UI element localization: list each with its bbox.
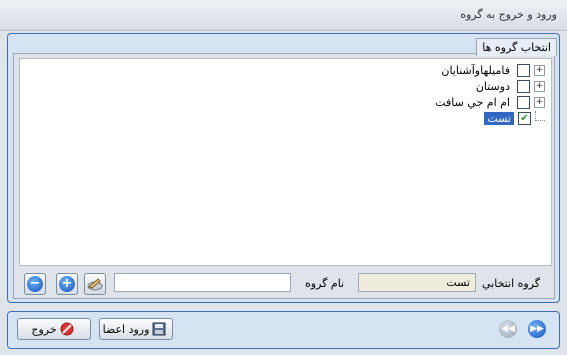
save-icon bbox=[152, 322, 166, 336]
expand-icon[interactable]: + bbox=[534, 65, 545, 76]
remove-group-button[interactable]: − bbox=[24, 273, 46, 295]
tree-item-friends[interactable]: + دوستان bbox=[473, 79, 545, 94]
edit-icon bbox=[87, 278, 103, 291]
groups-tree[interactable]: + فاميلهاوآشنايان + دوستان + ام ام جي سا… bbox=[19, 58, 552, 266]
minus-icon: − bbox=[27, 276, 43, 292]
title-bar: ورود و خروج به گروه bbox=[0, 0, 567, 31]
groups-legend: انتخاب گروه ها bbox=[476, 38, 557, 56]
no-entry-icon bbox=[60, 322, 74, 336]
tree-item-test[interactable]: ✔ تست bbox=[484, 110, 545, 126]
tree-item-family[interactable]: + فاميلهاوآشنايان bbox=[438, 63, 545, 78]
rewind-icon: ◀◀ bbox=[501, 324, 515, 334]
tree-item-checkbox[interactable] bbox=[517, 64, 530, 77]
plus-icon: + bbox=[59, 276, 75, 292]
enter-members-button[interactable]: ورود اعضا bbox=[99, 318, 173, 340]
group-name-input[interactable] bbox=[114, 273, 291, 292]
fast-forward-icon: ▶▶ bbox=[530, 324, 544, 334]
selected-group-label: گروه انتخابي bbox=[482, 277, 540, 290]
add-group-button[interactable]: + bbox=[56, 273, 78, 295]
tree-line bbox=[535, 110, 545, 121]
expand-icon[interactable]: + bbox=[534, 97, 545, 108]
window-title: ورود و خروج به گروه bbox=[460, 8, 557, 21]
exit-button[interactable]: خروج bbox=[17, 318, 91, 340]
selected-group-field bbox=[358, 273, 476, 292]
edit-group-button[interactable] bbox=[84, 273, 106, 295]
tree-item-checkbox[interactable] bbox=[517, 80, 530, 93]
group-name-label: نام گروه bbox=[305, 277, 345, 290]
tree-item-mmgsoft[interactable]: + ام ام جي سافت bbox=[432, 95, 545, 110]
enter-members-label: ورود اعضا bbox=[102, 322, 150, 336]
tree-item-label[interactable]: ام ام جي سافت bbox=[432, 96, 513, 109]
tree-item-checkbox[interactable] bbox=[517, 96, 530, 109]
expand-icon[interactable]: + bbox=[534, 81, 545, 92]
previous-button[interactable]: ◀◀ bbox=[499, 320, 517, 338]
tree-item-label[interactable]: فاميلهاوآشنايان bbox=[438, 64, 513, 77]
check-icon[interactable]: ✔ bbox=[518, 112, 531, 125]
next-button[interactable]: ▶▶ bbox=[528, 320, 546, 338]
tree-item-label[interactable]: دوستان bbox=[473, 80, 513, 93]
exit-button-label: خروج bbox=[31, 322, 57, 336]
tree-item-label[interactable]: تست bbox=[484, 112, 514, 125]
